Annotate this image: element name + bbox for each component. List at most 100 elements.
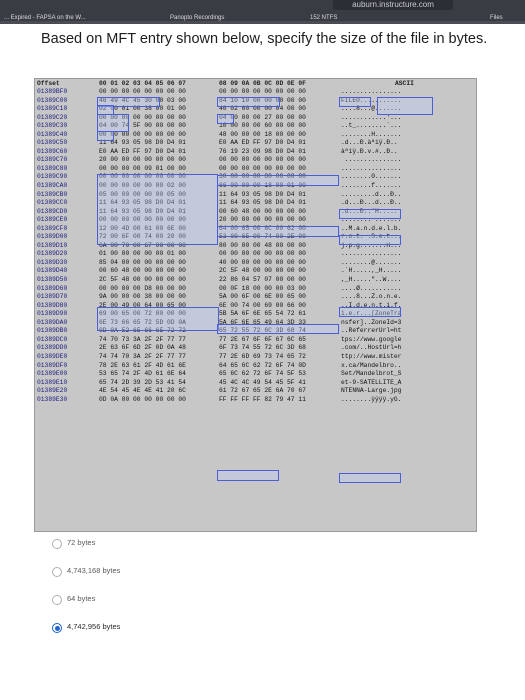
hex-offset: 01389D00 bbox=[37, 233, 68, 241]
hex-offset: 01389D30 bbox=[37, 258, 68, 266]
hex-ascii: ................ bbox=[341, 250, 402, 258]
selection-ascii-name-2 bbox=[339, 235, 401, 245]
selection-data-attr bbox=[217, 226, 339, 237]
hex-offset: 01389DF0 bbox=[37, 361, 68, 369]
hex-bytes-group1: 0D 0A 00 00 00 00 00 00 bbox=[99, 395, 186, 403]
hex-ascii: ........@....... bbox=[341, 258, 402, 266]
selection-used-size bbox=[217, 97, 280, 107]
offset-header: Offset bbox=[37, 80, 60, 87]
radio-icon[interactable] bbox=[52, 539, 62, 549]
hex-ascii: .com/..HostUrl=h bbox=[341, 344, 402, 352]
hex-ascii: x.ca/Mandelbro.. bbox=[341, 361, 402, 369]
selection-ascii-run bbox=[339, 307, 401, 317]
hex-bytes-group1: 00 00 00 00 D8 00 00 00 bbox=[99, 284, 186, 292]
answer-option[interactable]: 72 bytes bbox=[52, 536, 352, 564]
hex-row: 01389BF0 00 00 00 00 00 00 00 00 00 00 00 … bbox=[35, 88, 476, 97]
hex-offset: 01389CF0 bbox=[37, 224, 68, 232]
hex-bytes-group1: 65 74 2D 39 2D 53 41 54 bbox=[99, 378, 186, 386]
hex-bytes-group2: 20 00 00 00 00 00 00 00 bbox=[219, 216, 306, 224]
hex-offset: 01389C50 bbox=[37, 139, 68, 147]
radio-icon[interactable] bbox=[52, 567, 62, 577]
hex-offset: 01389CB0 bbox=[37, 190, 68, 198]
hex-offset: 01389E00 bbox=[37, 370, 68, 378]
hex-ascii: ..t_........`... bbox=[341, 122, 402, 130]
answer-option[interactable]: 4,743,168 bytes bbox=[52, 564, 352, 592]
hex-row: 01389DE0 74 74 70 3A 2F 2F 77 77 77 2E 6D … bbox=[35, 353, 476, 362]
hex-bytes-group2: 77 2E 6D 69 73 74 65 72 bbox=[219, 352, 306, 360]
selection-standard-info bbox=[97, 174, 218, 245]
hex-bytes-group2: 00 00 00 00 00 00 00 00 bbox=[219, 164, 306, 172]
answer-option[interactable]: 4,742,956 bytes bbox=[52, 620, 352, 648]
address-bar[interactable]: auburn.instructure.com bbox=[333, 0, 453, 10]
answer-option[interactable]: 64 bytes bbox=[52, 592, 352, 620]
hex-bytes-group1: E0 AA ED FF 97 D0 D4 01 bbox=[99, 147, 186, 155]
hex-ascii: et-9-SATELLITE_A bbox=[341, 378, 402, 386]
hex-bytes-group2: 5A 00 6F 00 6E 00 65 00 bbox=[219, 293, 306, 301]
hex-bytes-group2: 5B 5A 6F 6E 65 54 72 61 bbox=[219, 310, 306, 318]
hex-bytes-group2: 45 4C 4C 49 54 45 5F 41 bbox=[219, 378, 306, 386]
hex-offset: 01389C40 bbox=[37, 130, 68, 138]
selection-seq-number bbox=[97, 114, 129, 132]
hex-offset: 01389DD0 bbox=[37, 344, 68, 352]
selection-ascii-end bbox=[339, 473, 401, 483]
group1-header: 00 01 02 03 04 05 06 07 bbox=[99, 80, 186, 87]
radio-icon[interactable] bbox=[52, 595, 62, 605]
hex-ascii: .`H.....,_H..... bbox=[341, 267, 402, 275]
hex-offset: 01389C20 bbox=[37, 113, 68, 121]
hex-bytes-group1: 20 00 00 00 00 00 00 00 bbox=[99, 156, 186, 164]
hex-bytes-group2: 48 00 00 00 18 00 00 00 bbox=[219, 130, 306, 138]
hex-offset: 01389CC0 bbox=[37, 199, 68, 207]
hex-offset: 01389CD0 bbox=[37, 207, 68, 215]
hex-ascii: ....Ø........... bbox=[341, 284, 402, 292]
hex-bytes-group1: 00 00 00 00 09 01 00 00 bbox=[99, 164, 186, 172]
hex-offset: 01389CE0 bbox=[37, 216, 68, 224]
hex-row: 01389D70 9A 00 00 00 38 00 00 00 5A 00 6F … bbox=[35, 293, 476, 302]
hex-offset: 01389C70 bbox=[37, 156, 68, 164]
hex-offset: 01389CA0 bbox=[37, 182, 68, 190]
hex-row: 01389C70 20 00 00 00 00 00 00 00 00 00 00 … bbox=[35, 156, 476, 165]
hex-row: 01389D20 01 00 00 00 00 00 01 00 00 00 00 … bbox=[35, 250, 476, 259]
answer-options: 72 bytes 4,743,168 bytes 64 bytes 4,742,956… bbox=[52, 536, 352, 648]
hex-offset: 01389C10 bbox=[37, 105, 68, 113]
hex-row: 01389C80 00 00 00 00 09 01 00 00 00 00 00 … bbox=[35, 165, 476, 174]
hex-bytes-group2: 76 19 23 09 98 D0 D4 01 bbox=[219, 147, 306, 155]
hex-offset: 01389C00 bbox=[37, 96, 68, 104]
hex-bytes-group2: 00 00 00 00 00 00 00 00 bbox=[219, 156, 306, 164]
selection-data-run bbox=[97, 307, 219, 331]
selection-attr-header bbox=[217, 114, 234, 124]
hex-bytes-group2: 22 86 04 57 07 00 00 00 bbox=[219, 276, 306, 284]
hex-ascii: ........0....... bbox=[341, 173, 402, 181]
hex-offset: 01389D90 bbox=[37, 310, 68, 318]
hex-offset: 01389C30 bbox=[37, 122, 68, 130]
answer-option-label: 64 bytes bbox=[67, 594, 96, 603]
hex-ascii: ,_H....."..W.... bbox=[341, 276, 402, 284]
hex-row: 01389E30 0D 0A 00 00 00 00 00 00 FF FF FF … bbox=[35, 396, 476, 405]
hex-offset: 01389BF0 bbox=[37, 88, 68, 95]
hex-bytes-group1: 01 00 00 00 00 00 01 00 bbox=[99, 250, 186, 258]
hex-row: 01389E00 53 65 74 2F 4D 61 6E 64 65 6C 62 … bbox=[35, 370, 476, 379]
hex-offset: 01389D80 bbox=[37, 301, 68, 309]
answer-option-label: 72 bytes bbox=[67, 538, 96, 547]
hex-ascii: ........f....... bbox=[341, 182, 402, 190]
hex-row: 01389E20 4E 54 45 4E 4E 41 20 6C 61 72 67 … bbox=[35, 387, 476, 396]
hex-offset: 01389DE0 bbox=[37, 352, 68, 360]
hex-bytes-group1: 00 00 00 00 00 00 00 00 bbox=[99, 88, 186, 95]
hex-offset: 01389D40 bbox=[37, 267, 68, 275]
hex-offset: 01389D20 bbox=[37, 250, 68, 258]
hex-bytes-group2: 6F 73 74 55 72 6C 3D 68 bbox=[219, 344, 306, 352]
hex-bytes-group2: 11 64 93 05 98 D0 D4 01 bbox=[219, 190, 306, 198]
answer-option-label: 4,742,956 bytes bbox=[67, 622, 121, 631]
radio-selected-icon[interactable] bbox=[52, 623, 62, 633]
hex-bytes-group2: 11 64 93 05 98 D0 D4 01 bbox=[219, 199, 306, 207]
selection-ascii-name bbox=[339, 209, 401, 219]
hex-row: 01389D50 2C 5F 48 00 00 00 00 00 22 86 04 … bbox=[35, 276, 476, 285]
hex-ascii: ........ÿÿÿÿ.yG. bbox=[341, 395, 402, 403]
tab-strip bbox=[0, 21, 525, 24]
hex-bytes-group2: 64 65 6C 62 72 6F 74 0D bbox=[219, 361, 306, 369]
hex-bytes-group1: 2C 5F 48 00 00 00 00 00 bbox=[99, 276, 186, 284]
hex-offset: 01389C60 bbox=[37, 147, 68, 155]
hex-editor-view: Offset 00 01 02 03 04 05 06 07 08 09 0A … bbox=[34, 78, 477, 532]
hex-bytes-group2: 40 00 00 00 00 00 00 00 bbox=[219, 258, 306, 266]
selection-filename-header bbox=[217, 175, 339, 186]
hex-bytes-group1: 9A 00 00 00 38 00 00 00 bbox=[99, 293, 186, 301]
